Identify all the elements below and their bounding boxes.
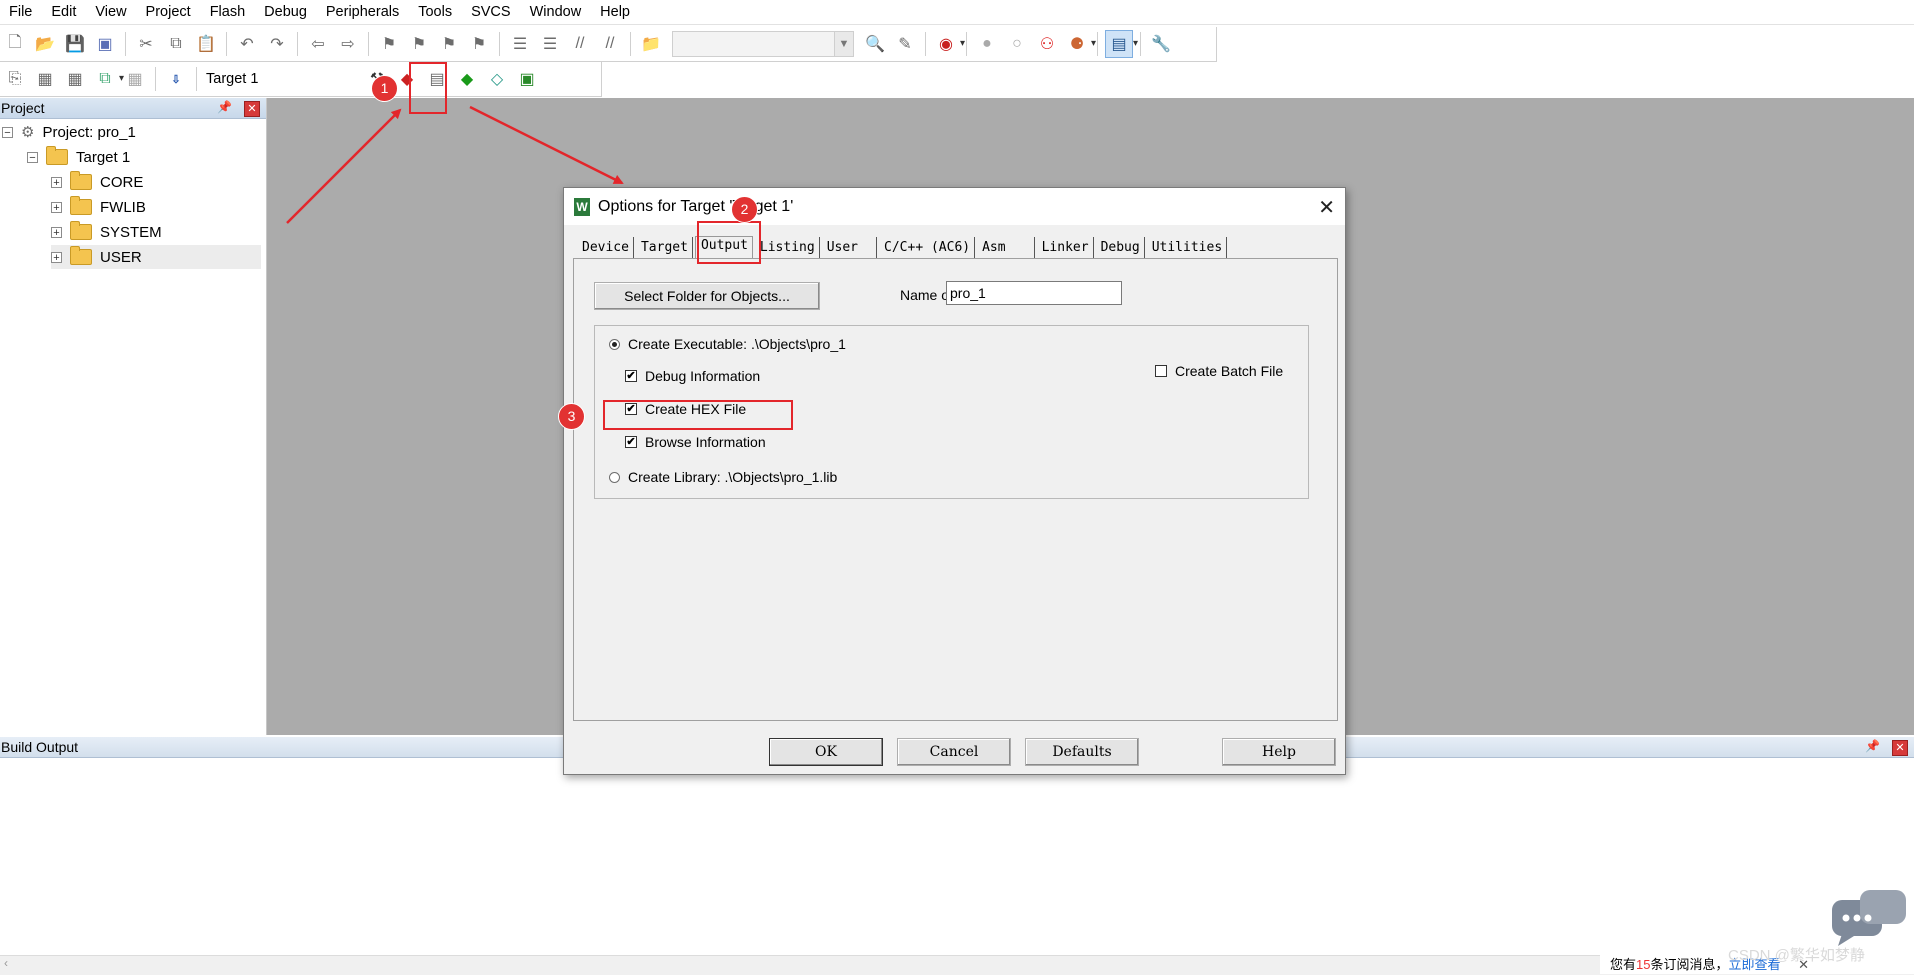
notice-count: 15 <box>1636 957 1651 972</box>
chat-bubble-icon[interactable] <box>1830 888 1908 952</box>
csdn-watermark: CSDN @繁华如梦静 <box>1728 947 1865 964</box>
arrow-to-dialog <box>469 105 624 185</box>
notice-suffix: 条订阅消息， <box>1650 957 1729 972</box>
notice-prefix: 您有 <box>1610 957 1637 972</box>
annotation-arrows <box>286 105 624 224</box>
arrow-to-options-icon <box>286 108 402 224</box>
